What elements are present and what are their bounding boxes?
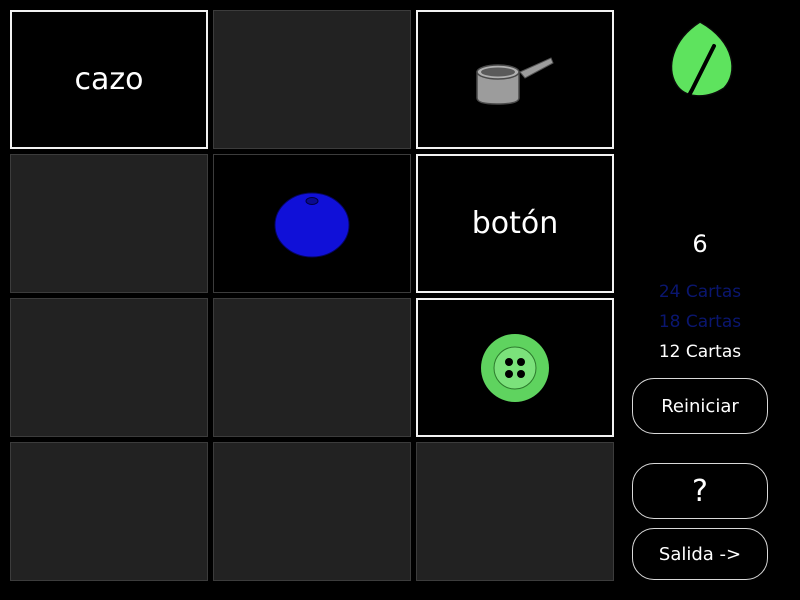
help-button[interactable]: ? (632, 463, 768, 519)
card-word: botón (471, 206, 559, 241)
blueberry-icon (274, 192, 350, 257)
card-blueberry[interactable] (213, 154, 411, 293)
card-hidden[interactable] (10, 298, 208, 437)
option-12-cartas[interactable]: 12 Cartas (630, 342, 770, 362)
exit-button[interactable]: Salida -> (632, 528, 768, 580)
card-cazo[interactable]: cazo (10, 10, 208, 149)
restart-label: Reiniciar (661, 395, 739, 417)
option-18-cartas[interactable]: 18 Cartas (630, 312, 770, 332)
exit-label: Salida -> (658, 543, 742, 565)
card-hidden[interactable] (213, 298, 411, 437)
restart-button[interactable]: Reiniciar (632, 378, 768, 434)
card-hidden[interactable] (213, 10, 411, 149)
card-hidden[interactable] (10, 442, 208, 581)
pairs-counter: 6 (692, 230, 708, 258)
card-hidden[interactable] (213, 442, 411, 581)
card-boton[interactable]: botón (416, 154, 614, 293)
card-hidden[interactable] (416, 442, 614, 581)
card-hidden[interactable] (10, 154, 208, 293)
card-word: cazo (74, 62, 144, 97)
help-label: ? (692, 473, 708, 509)
saucepan-icon (476, 56, 554, 105)
button-icon (481, 333, 549, 402)
card-saucepan[interactable] (416, 10, 614, 149)
leaf-icon (670, 21, 733, 110)
card-button[interactable] (416, 298, 614, 437)
option-24-cartas[interactable]: 24 Cartas (630, 282, 770, 302)
